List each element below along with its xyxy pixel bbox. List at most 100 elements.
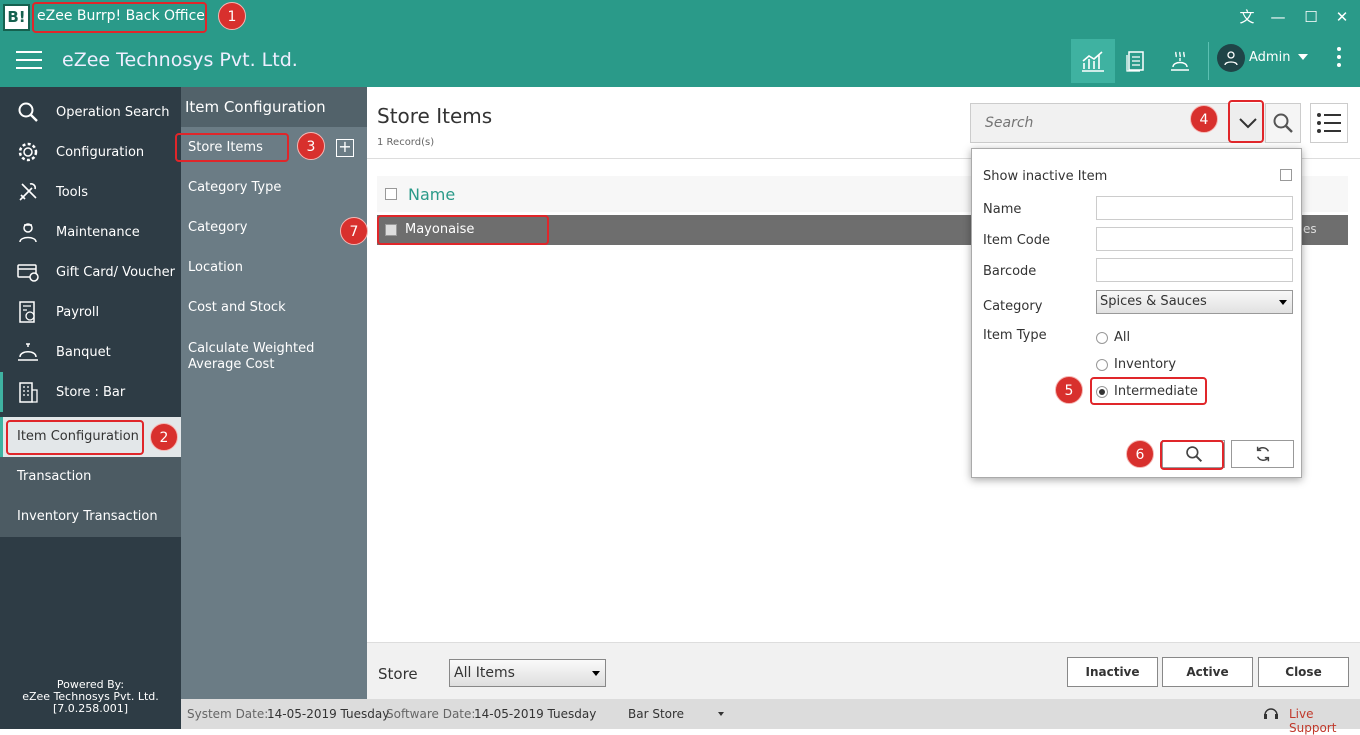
tools-icon [14,178,42,206]
sidebar: Operation Search Configuration Tools Mai… [0,87,181,729]
sidebar-item-operation-search[interactable]: Operation Search [0,92,181,132]
step-badge-6: 6 [1126,440,1154,468]
step-badge-2: 2 [150,423,178,451]
column-name[interactable]: Name [408,185,455,204]
search-filter-panel: Show inactive Item Name Item Code Barcod… [971,148,1302,478]
sidebar-item-payroll[interactable]: Payroll [0,292,181,332]
step-badge-1: 1 [218,2,246,30]
barcode-field[interactable] [1096,258,1293,282]
store-status-chevron-icon[interactable] [718,712,724,716]
banquet-header-icon[interactable] [1158,39,1202,83]
menu-icon[interactable] [16,51,42,71]
show-inactive-checkbox[interactable] [1280,169,1292,181]
callout-highlight [175,133,289,162]
item-type-inventory-label: Inventory [1114,357,1177,372]
active-button[interactable]: Active [1162,657,1253,687]
inactive-button[interactable]: Inactive [1067,657,1158,687]
step-badge-4: 4 [1190,105,1218,133]
sidebar-item-label: Gift Card/ Voucher [56,264,175,280]
select-all-checkbox[interactable] [385,188,397,200]
panel-item-location[interactable]: Location [188,260,363,276]
payroll-icon [14,298,42,326]
system-date-label: System Date: [187,707,269,721]
sidebar-item-label: Banquet [56,344,111,360]
step-badge-5: 5 [1055,376,1083,404]
headset-icon[interactable] [1263,705,1279,726]
step-badge-7: 7 [340,217,368,245]
sidebar-item-store-bar[interactable]: Store : Bar [0,372,181,412]
sidebar-item-label: Operation Search [56,104,170,120]
name-field[interactable] [1096,196,1293,220]
item-code-field[interactable] [1096,227,1293,251]
panel-title: Item Configuration [181,87,367,127]
sidebar-item-maintenance[interactable]: Maintenance [0,212,181,252]
sidebar-item-label: Maintenance [56,224,140,240]
search-button[interactable] [1265,103,1301,143]
name-label: Name [983,202,1022,217]
category-label: Category [983,299,1043,314]
panel-item-category[interactable]: Category [188,220,363,236]
page-title: Store Items [377,104,493,128]
reports-icon[interactable] [1114,39,1158,83]
close-window-button[interactable]: ✕ [1331,6,1353,28]
list-icon [1317,113,1341,133]
item-type-all-label: All [1114,330,1131,345]
powered-by: Powered By: eZee Technosys Pvt. Ltd. [7.… [0,679,181,715]
search-icon [14,98,42,126]
user-avatar-icon[interactable] [1217,44,1245,72]
system-date: 14-05-2019 Tuesday [267,707,390,721]
gift-card-icon [14,258,42,286]
gear-icon [14,138,42,166]
add-item-button[interactable]: + [336,139,354,157]
item-type-label: Item Type [983,328,1047,343]
item-code-label: Item Code [983,233,1051,248]
app-logo: B! [3,4,30,31]
minimize-button[interactable]: — [1267,6,1289,28]
item-config-panel: Item Configuration Store Items + Categor… [181,87,367,699]
item-type-all-radio[interactable] [1096,332,1108,344]
user-menu-chevron-icon[interactable] [1298,54,1308,60]
store-icon [14,378,42,406]
show-inactive-label: Show inactive Item [983,169,1108,184]
dashboard-chart-icon[interactable] [1071,39,1115,83]
step-badge-3: 3 [297,132,325,160]
sidebar-item-configuration[interactable]: Configuration [0,132,181,172]
sidebar-item-label: Tools [56,184,89,200]
item-type-inventory-radio[interactable] [1096,359,1108,371]
live-support-link[interactable]: Live Support [1289,707,1360,735]
software-date-label: Software Date: [386,707,476,721]
subnav-item-transaction[interactable]: Transaction [0,457,181,497]
callout-highlight [1090,377,1207,405]
version: [7.0.258.001] [52,702,129,715]
sidebar-item-label: Store : Bar [56,384,126,400]
panel-item-cost-stock[interactable]: Cost and Stock [188,300,363,316]
translate-icon[interactable]: 文 [1236,6,1258,28]
filter-reset-button[interactable] [1231,440,1294,468]
store-status[interactable]: Bar Store [628,707,684,721]
app-header: eZee Technosys Pvt. Ltd. Admin [0,34,1360,87]
callout-highlight [1228,100,1264,143]
sidebar-item-banquet[interactable]: Banquet [0,332,181,372]
list-view-button[interactable] [1310,103,1348,143]
more-options-icon[interactable] [1336,47,1342,73]
sidebar-item-gift-card[interactable]: Gift Card/ Voucher [0,252,181,292]
category-value: Spices & Sauces [1100,294,1207,309]
search-input[interactable] [972,105,1192,141]
maximize-button[interactable]: ☐ [1300,6,1322,28]
banquet-icon [14,338,42,366]
software-date: 14-05-2019 Tuesday [474,707,597,721]
store-label: Store [378,665,418,683]
store-select[interactable]: All Items [449,659,606,687]
sidebar-item-label: Configuration [56,144,145,160]
category-select[interactable]: Spices & Sauces [1096,290,1293,314]
close-button[interactable]: Close [1258,657,1349,687]
subnav-item-inventory-transaction[interactable]: Inventory Transaction [0,497,181,537]
sidebar-item-tools[interactable]: Tools [0,172,181,212]
row-cell-trailing: es [1303,222,1317,236]
panel-item-weighted-average[interactable]: Calculate Weighted Average Cost [188,341,363,373]
maintenance-icon [14,218,42,246]
panel-item-category-type[interactable]: Category Type [188,180,363,196]
user-name[interactable]: Admin [1249,50,1290,65]
search-icon [1273,113,1293,133]
callout-highlight [1160,440,1224,470]
